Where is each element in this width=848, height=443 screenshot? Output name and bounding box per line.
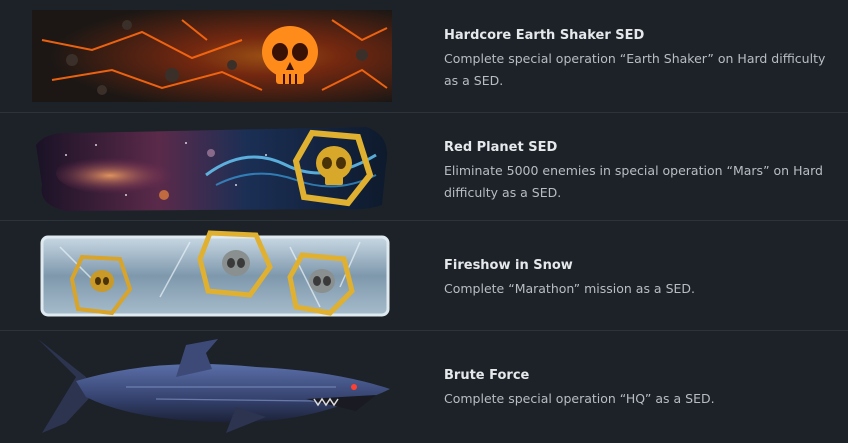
achievement-row: Red Planet SED Eliminate 5000 enemies in… [0, 113, 848, 221]
achievement-description: Eliminate 5000 enemies in special operat… [444, 163, 823, 200]
achievement-row: Hardcore Earth Shaker SED Complete speci… [0, 0, 848, 113]
achievement-row: Fireshow in Snow Complete “Marathon” mis… [0, 221, 848, 331]
ice-skulls-banner-icon [40, 227, 390, 325]
achievement-text: Brute Force Complete special operation “… [444, 367, 840, 410]
achievement-text: Red Planet SED Eliminate 5000 enemies in… [444, 139, 840, 204]
achievement-description: Complete special operation “HQ” as a SED… [444, 391, 715, 406]
achievement-description: Complete special operation “Earth Shaker… [444, 51, 826, 88]
achievement-row: Brute Force Complete special operation “… [0, 331, 848, 443]
achievement-title: Hardcore Earth Shaker SED [444, 28, 645, 43]
achievement-list: Hardcore Earth Shaker SED Complete speci… [0, 0, 848, 443]
robot-shark-banner-icon [36, 337, 392, 437]
achievement-title: Red Planet SED [444, 140, 558, 155]
achievement-description: Complete “Marathon” mission as a SED. [444, 281, 695, 296]
molten-skull-banner-icon [32, 10, 392, 102]
achievement-title: Fireshow in Snow [444, 258, 573, 273]
achievement-title: Brute Force [444, 368, 530, 383]
space-skull-banner-icon [36, 125, 392, 211]
achievement-text: Fireshow in Snow Complete “Marathon” mis… [444, 257, 840, 300]
achievement-text: Hardcore Earth Shaker SED Complete speci… [444, 27, 840, 92]
